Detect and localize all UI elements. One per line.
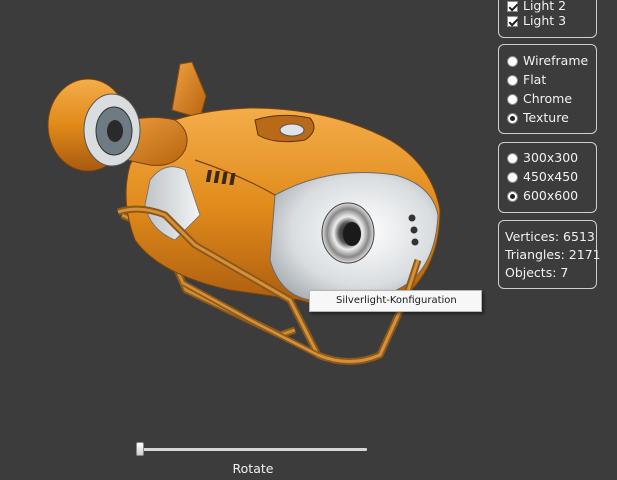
radio-flat-label: Flat bbox=[523, 72, 547, 87]
render-mode-panel: Wireframe Flat Chrome Texture bbox=[498, 44, 597, 134]
lights-panel: Light 2 Light 3 bbox=[498, 0, 597, 38]
3d-viewport[interactable] bbox=[0, 0, 490, 430]
radio-icon[interactable] bbox=[507, 152, 518, 164]
rotate-slider-thumb[interactable] bbox=[136, 442, 144, 456]
radio-flat[interactable]: Flat bbox=[507, 71, 546, 89]
vehicle-model bbox=[47, 61, 441, 365]
radio-wireframe-label: Wireframe bbox=[523, 53, 589, 68]
radio-600x600-label: 600x600 bbox=[523, 188, 579, 203]
radio-icon[interactable] bbox=[507, 55, 518, 67]
context-menu-item-silverlight-config[interactable]: Silverlight-Konfiguration bbox=[336, 295, 457, 306]
radio-wireframe[interactable]: Wireframe bbox=[507, 52, 588, 70]
radio-450x450[interactable]: 450x450 bbox=[507, 168, 578, 186]
rotate-slider-track[interactable] bbox=[140, 448, 367, 451]
objects-count: Objects: 7 bbox=[505, 265, 569, 280]
context-menu: Silverlight-Konfiguration bbox=[309, 290, 482, 312]
radio-texture[interactable]: Texture bbox=[507, 109, 569, 127]
vertices-count: Vertices: 6513 bbox=[505, 229, 595, 244]
light-3-checkbox[interactable]: Light 3 bbox=[507, 12, 566, 30]
radio-300x300[interactable]: 300x300 bbox=[507, 149, 578, 167]
radio-selected-icon[interactable] bbox=[507, 190, 518, 202]
stats-panel: Vertices: 6513 Triangles: 2171 Objects: … bbox=[498, 220, 601, 289]
radio-300x300-label: 300x300 bbox=[523, 150, 579, 165]
rotate-label: Rotate bbox=[232, 461, 274, 476]
light-3-label: Light 3 bbox=[523, 13, 567, 28]
radio-chrome[interactable]: Chrome bbox=[507, 90, 572, 108]
radio-texture-label: Texture bbox=[523, 110, 569, 125]
radio-chrome-label: Chrome bbox=[523, 91, 573, 106]
radio-icon[interactable] bbox=[507, 171, 518, 183]
radio-icon[interactable] bbox=[507, 74, 518, 86]
radio-icon[interactable] bbox=[507, 93, 518, 105]
checkbox-checked-icon[interactable] bbox=[507, 15, 518, 27]
radio-selected-icon[interactable] bbox=[507, 112, 518, 124]
triangles-count: Triangles: 2171 bbox=[505, 247, 601, 262]
radio-450x450-label: 450x450 bbox=[523, 169, 579, 184]
radio-600x600[interactable]: 600x600 bbox=[507, 187, 578, 205]
checkbox-checked-icon[interactable] bbox=[507, 0, 518, 12]
resolution-panel: 300x300 450x450 600x600 bbox=[498, 142, 597, 213]
